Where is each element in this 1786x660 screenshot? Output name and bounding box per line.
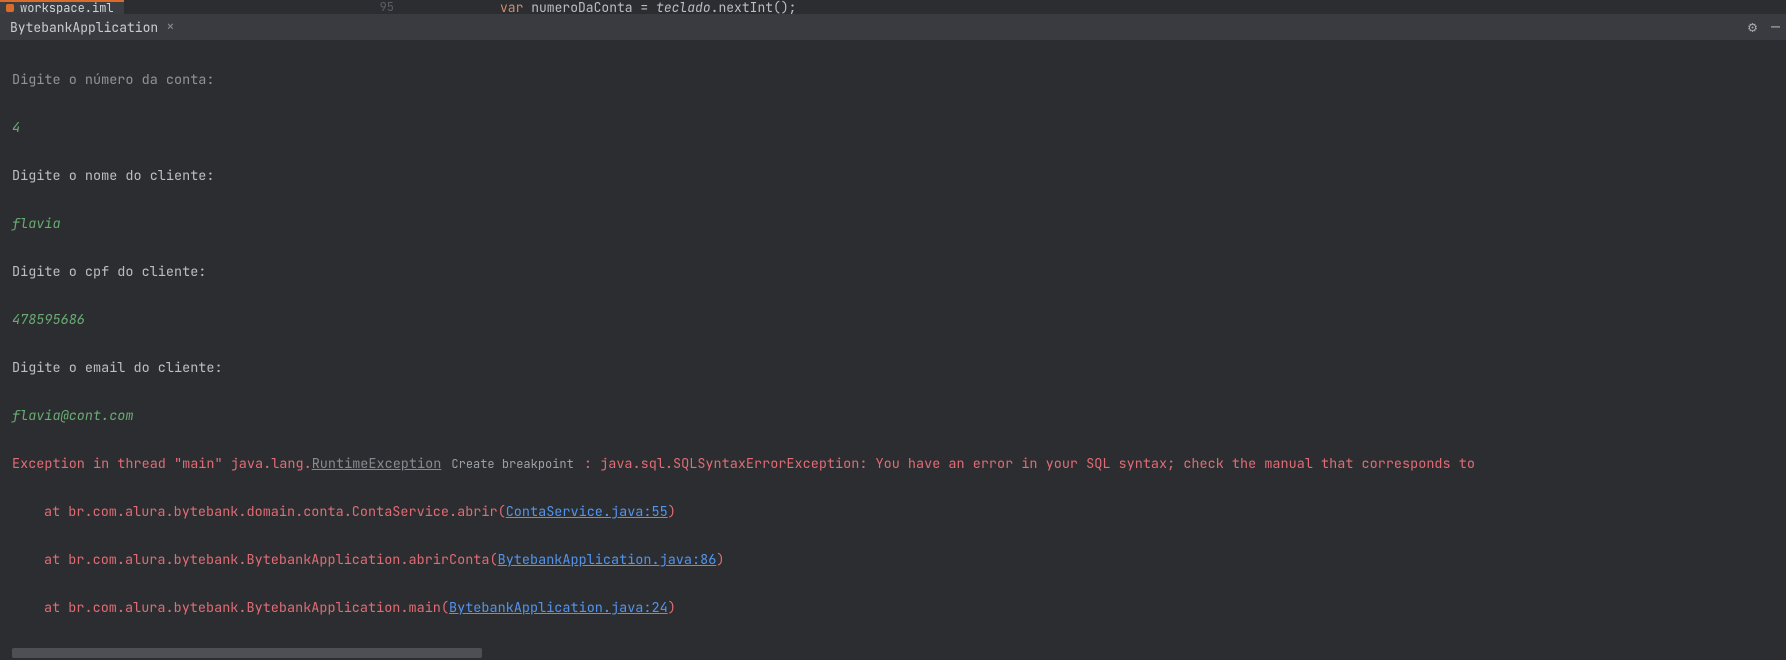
- file-type-dot-icon: [6, 4, 14, 12]
- close-icon[interactable]: ×: [166, 20, 174, 34]
- console-user-input: 478595686: [12, 308, 1774, 332]
- source-link[interactable]: BytebankApplication.java:24: [449, 599, 668, 617]
- editor-code-fragment: var numeroDaConta = teclado.nextInt();: [500, 0, 796, 14]
- source-link[interactable]: BytebankApplication.java:86: [498, 551, 717, 569]
- source-link[interactable]: ContaService.java:55: [506, 503, 668, 521]
- stacktrace-paren: ): [668, 503, 676, 521]
- console-output[interactable]: Digite o número da conta: 4 Digite o nom…: [0, 40, 1786, 646]
- editor-file-tab[interactable]: workspace.iml: [0, 0, 124, 14]
- run-tool-window-tabs: BytebankApplication × ⚙ —: [0, 14, 1786, 40]
- gear-icon[interactable]: ⚙: [1748, 17, 1757, 37]
- editor-gutter-line-number: 95: [358, 0, 398, 14]
- console-line: Digite o cpf do cliente:: [12, 260, 1774, 284]
- exception-line: Exception in thread "main" java.lang.Run…: [12, 452, 1774, 476]
- console-line: Digite o nome do cliente:: [12, 164, 1774, 188]
- stacktrace-paren: ): [716, 551, 724, 569]
- console-line: Digite o email do cliente:: [12, 356, 1774, 380]
- stacktrace-text: at br.com.alura.bytebank.BytebankApplica…: [44, 551, 498, 569]
- stacktrace-paren: ): [668, 599, 676, 617]
- stacktrace-line: at br.com.alura.bytebank.BytebankApplica…: [12, 548, 1774, 572]
- console-user-input: flavia: [12, 212, 1774, 236]
- minimize-icon[interactable]: —: [1771, 17, 1780, 37]
- editor-top-strip: workspace.iml: [0, 0, 1786, 14]
- exception-class-link[interactable]: RuntimeException: [312, 455, 442, 473]
- create-breakpoint-button[interactable]: Create breakpoint: [449, 456, 575, 472]
- stacktrace-text: at br.com.alura.bytebank.BytebankApplica…: [44, 599, 449, 617]
- exception-prefix: Exception in thread "main" java.lang.: [12, 455, 312, 473]
- console-user-input: flavia@cont.com: [12, 404, 1774, 428]
- stacktrace-text: at br.com.alura.bytebank.domain.conta.Co…: [44, 503, 506, 521]
- horizontal-scrollbar-thumb[interactable]: [12, 648, 482, 658]
- console-line: Digite o número da conta:: [12, 68, 1774, 92]
- stacktrace-line: at br.com.alura.bytebank.domain.conta.Co…: [12, 500, 1774, 524]
- run-tab-label: BytebankApplication: [10, 19, 158, 36]
- horizontal-scrollbar-track[interactable]: [12, 646, 1786, 660]
- console-user-input: 4: [12, 116, 1774, 140]
- run-configuration-tab[interactable]: BytebankApplication ×: [8, 14, 181, 40]
- exception-message: : java.sql.SQLSyntaxErrorException: You …: [576, 455, 1475, 473]
- stacktrace-line: at br.com.alura.bytebank.BytebankApplica…: [12, 596, 1774, 620]
